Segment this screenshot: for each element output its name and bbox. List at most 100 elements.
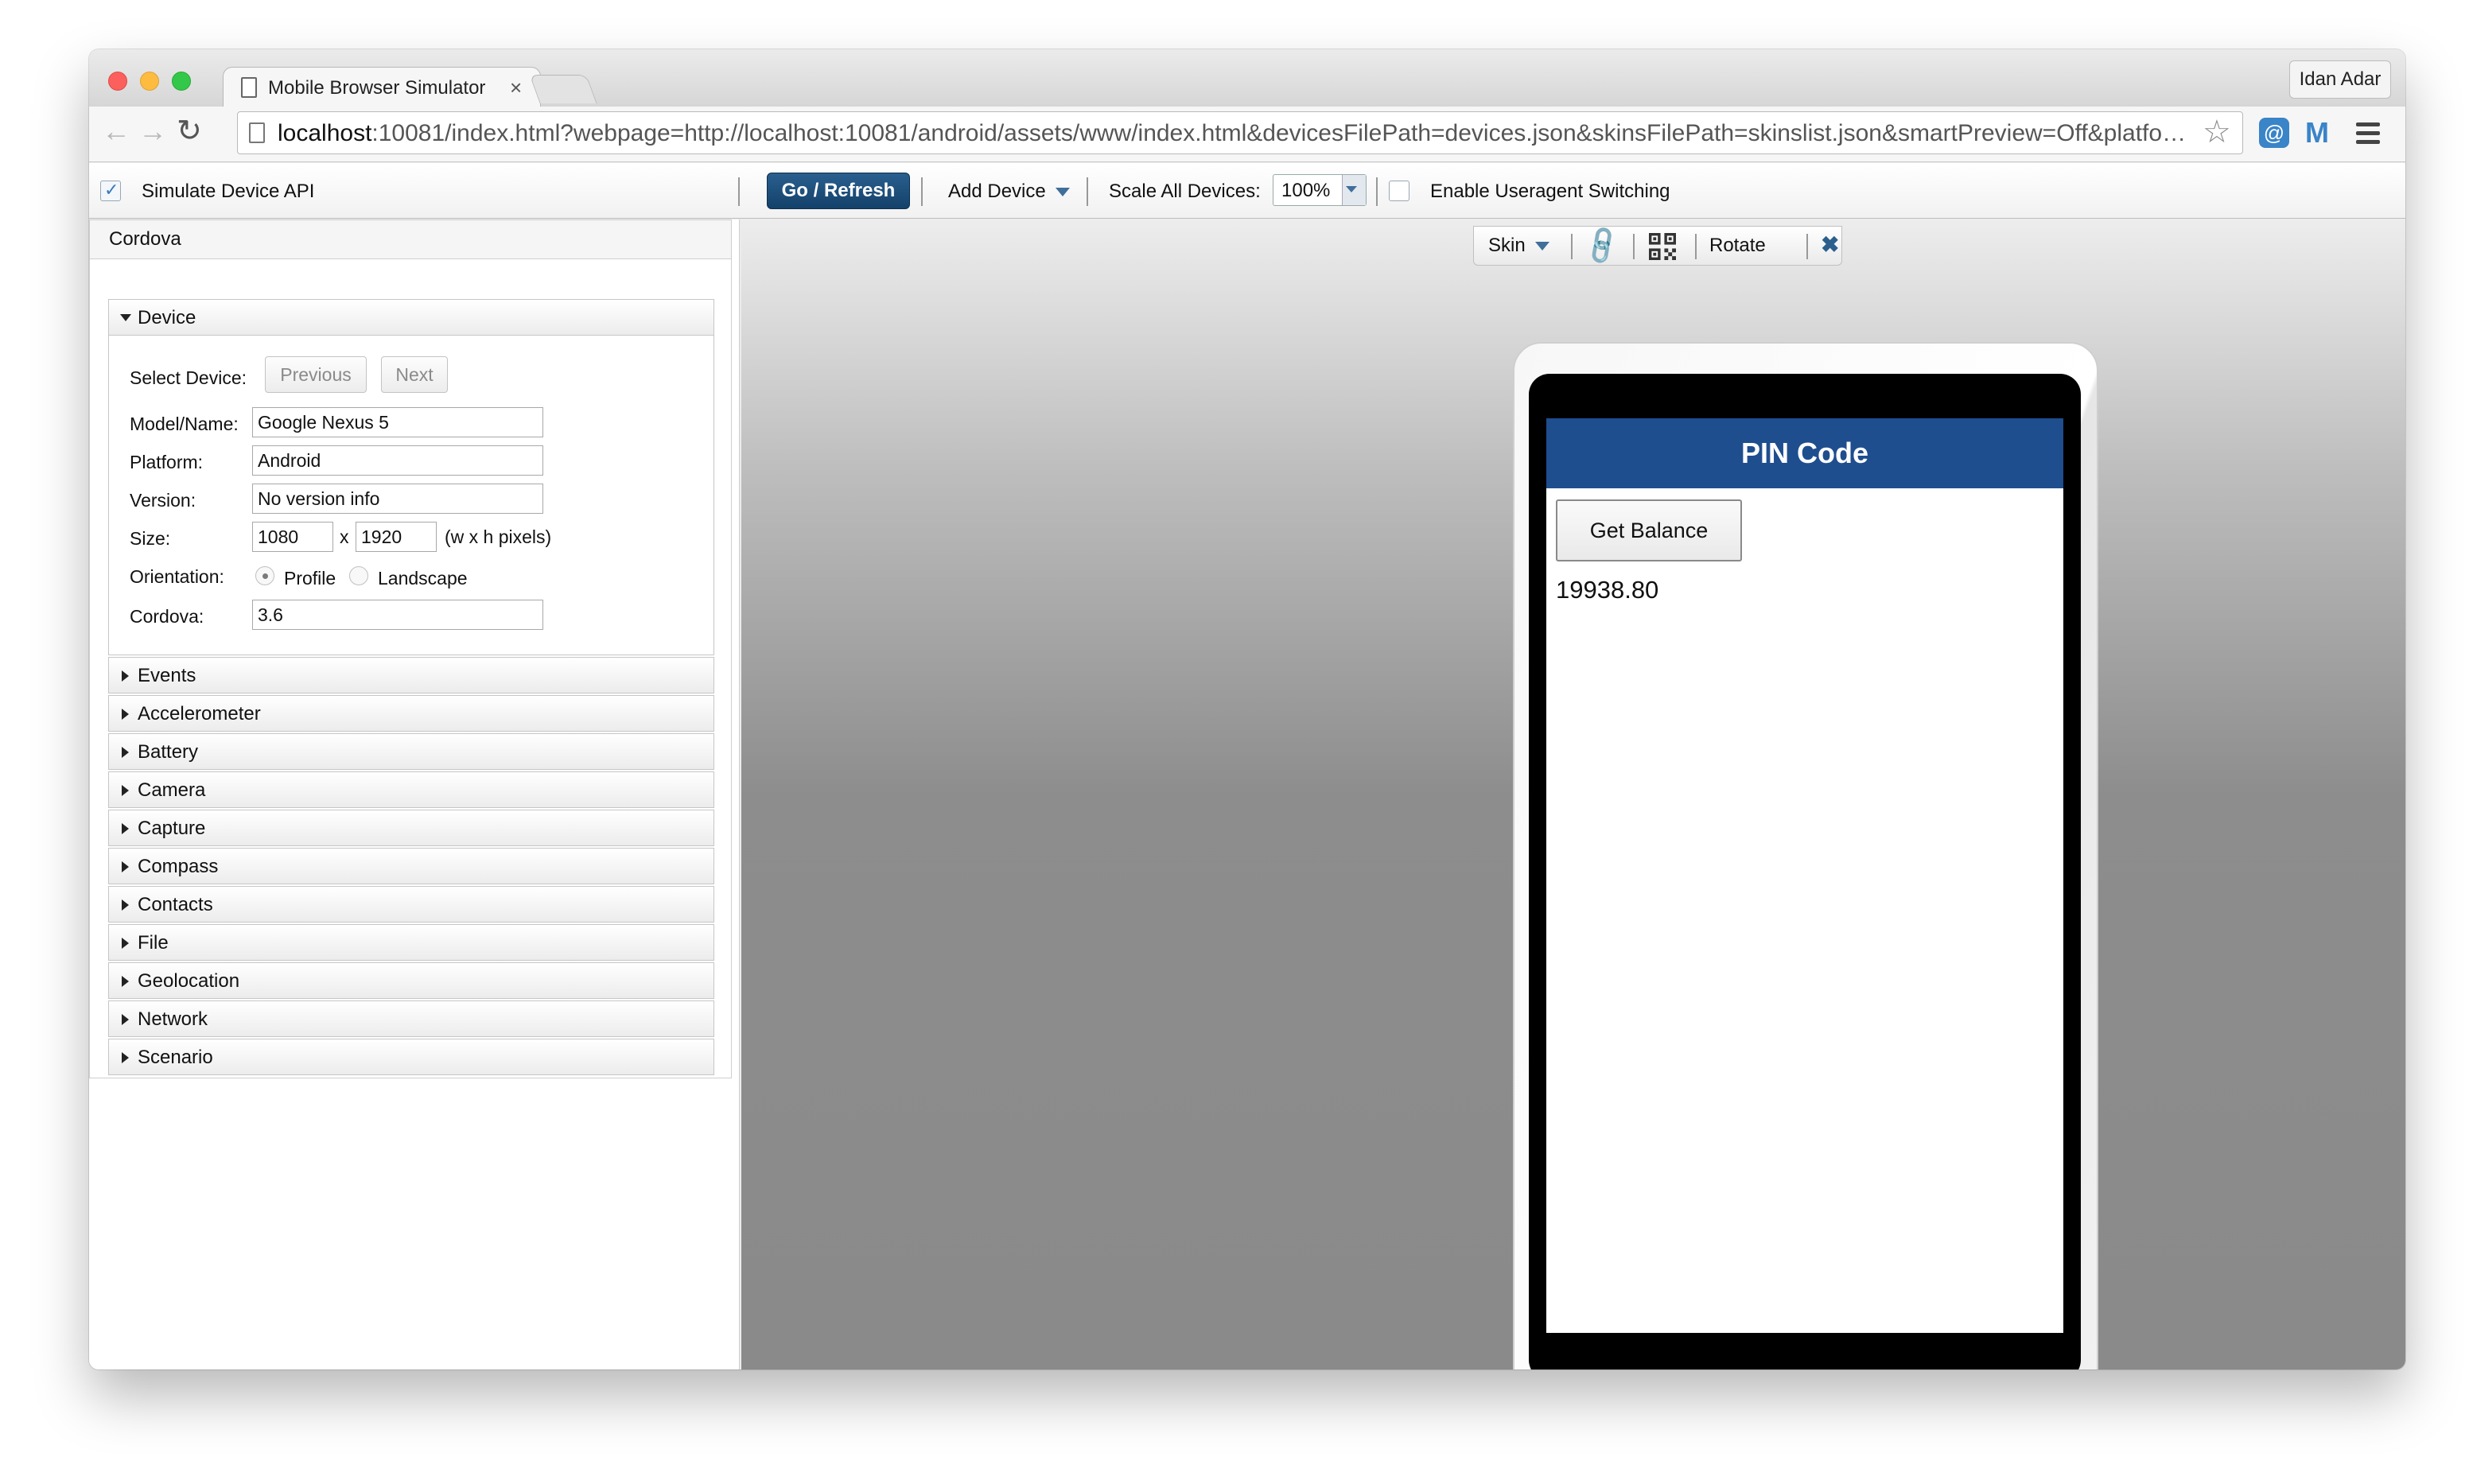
triangle-right-icon [122, 1014, 129, 1025]
window-maximize-button[interactable] [172, 72, 191, 91]
profile-button[interactable]: Idan Adar [2289, 60, 2391, 99]
menu-icon[interactable] [2356, 122, 2380, 149]
section-label: Device [138, 307, 196, 328]
scale-value: 100% [1281, 180, 1331, 201]
phone-bezel: PIN Code Get Balance 19938.80 [1529, 374, 2081, 1369]
simulate-api-checkbox[interactable]: ✓ [100, 180, 121, 201]
title-bar: Mobile Browser Simulator × Idan Adar [89, 49, 2405, 108]
section-header-accelerometer[interactable]: Accelerometer [108, 695, 714, 732]
page-icon [249, 122, 265, 143]
tab-close-icon[interactable]: × [510, 76, 522, 100]
window-close-button[interactable] [108, 72, 127, 91]
section-header-device[interactable]: Device [108, 299, 714, 336]
simulate-api-label: Simulate Device API [142, 181, 315, 202]
close-icon[interactable]: ✖ [1821, 231, 1839, 258]
cordova-header: Cordova [89, 219, 732, 259]
back-icon[interactable]: ← [102, 115, 130, 148]
address-text[interactable]: localhost:10081/index.html?webpage=http:… [278, 120, 2187, 147]
new-tab-button[interactable] [529, 75, 597, 103]
triangle-right-icon [122, 823, 129, 834]
add-device-label: Add Device [948, 181, 1046, 202]
section-label: Geolocation [138, 970, 240, 992]
extension-icon[interactable]: @ [2259, 118, 2289, 148]
bookmark-star-icon[interactable]: ☆ [2203, 114, 2231, 150]
triangle-right-icon [122, 976, 129, 987]
section-header-camera[interactable]: Camera [108, 771, 714, 808]
skin-dropdown[interactable]: Skin [1488, 235, 1549, 257]
navigation-bar: ← → ↻ localhost:10081/index.html?webpage… [89, 107, 2405, 162]
orientation-label: Orientation: [130, 566, 224, 587]
section-header-contacts[interactable]: Contacts [108, 886, 714, 923]
cordova-version-label: Cordova: [130, 606, 204, 627]
model-label: Model/Name: [130, 414, 239, 434]
section-label: File [138, 932, 169, 954]
next-device-button[interactable]: Next [381, 356, 448, 393]
reload-icon[interactable]: ↻ [177, 113, 202, 149]
simulator-toolbar: ✓ Simulate Device API Go / Refresh Add D… [89, 163, 2405, 219]
version-label: Version: [130, 490, 196, 511]
toolbar-divider [1695, 234, 1697, 259]
balance-value: 19938.80 [1556, 576, 1659, 604]
useragent-switching-label: Enable Useragent Switching [1430, 181, 1670, 202]
section-header-compass[interactable]: Compass [108, 848, 714, 884]
toolbar-divider [1571, 234, 1573, 259]
scale-label: Scale All Devices: [1109, 181, 1261, 202]
section-header-events[interactable]: Events [108, 657, 714, 693]
cordova-version-field[interactable]: 3.6 [252, 600, 543, 630]
section-label: Accelerometer [138, 703, 261, 725]
triangle-right-icon [122, 709, 129, 720]
section-label: Compass [138, 856, 219, 877]
section-label: Scenario [138, 1047, 213, 1068]
section-header-scenario[interactable]: Scenario [108, 1039, 714, 1075]
section-label: Network [138, 1008, 208, 1030]
toolbar-divider [1806, 234, 1808, 259]
toolbar-divider [1087, 177, 1088, 206]
toolbar-divider [738, 177, 740, 206]
go-refresh-button[interactable]: Go / Refresh [767, 173, 910, 209]
rotate-button[interactable]: Rotate [1709, 235, 1766, 257]
chevron-down-icon [1055, 188, 1070, 197]
skin-label: Skin [1488, 235, 1526, 256]
toolbar-divider [921, 177, 923, 206]
address-path: :10081/index.html?webpage=http://localho… [371, 120, 2187, 146]
platform-field[interactable]: Android [252, 445, 543, 476]
triangle-right-icon [122, 670, 129, 682]
tab-title: Mobile Browser Simulator [268, 77, 486, 99]
section-label: Capture [138, 818, 206, 839]
add-device-dropdown[interactable]: Add Device [948, 181, 1070, 203]
qr-code-icon[interactable] [1649, 233, 1676, 260]
platform-label: Platform: [130, 452, 204, 472]
height-field[interactable]: 1920 [356, 522, 437, 552]
model-field[interactable]: Google Nexus 5 [252, 407, 543, 437]
section-header-geolocation[interactable]: Geolocation [108, 962, 714, 999]
triangle-right-icon [122, 785, 129, 796]
size-unit: (w x h pixels) [445, 526, 552, 547]
section-header-capture[interactable]: Capture [108, 810, 714, 846]
link-icon[interactable]: 🔗 [1579, 223, 1625, 268]
version-field[interactable]: No version info [252, 484, 543, 514]
get-balance-button[interactable]: Get Balance [1556, 499, 1742, 561]
phone-screen: PIN Code Get Balance 19938.80 [1546, 418, 2063, 1333]
section-header-network[interactable]: Network [108, 1000, 714, 1037]
size-label: Size: [130, 528, 171, 549]
section-header-battery[interactable]: Battery [108, 733, 714, 770]
rotate-label: Rotate [1709, 235, 1766, 256]
useragent-switching-checkbox[interactable] [1389, 181, 1409, 201]
section-label: Contacts [138, 894, 213, 915]
width-field[interactable]: 1080 [252, 522, 333, 552]
radio-selected-dot [262, 573, 268, 579]
profile-radio[interactable] [255, 566, 274, 585]
section-label: Events [138, 665, 196, 686]
landscape-radio[interactable] [349, 566, 368, 585]
check-icon: ✓ [104, 180, 119, 200]
previous-device-button[interactable]: Previous [265, 356, 367, 393]
window-minimize-button[interactable] [140, 72, 159, 91]
browser-tab[interactable]: Mobile Browser Simulator × [223, 67, 541, 108]
forward-icon[interactable]: → [138, 115, 167, 148]
gmail-extension-icon[interactable]: M [2305, 116, 2329, 150]
address-bar[interactable]: localhost:10081/index.html?webpage=http:… [237, 111, 2243, 154]
scale-dropdown-arrow[interactable] [1342, 175, 1366, 205]
scale-select[interactable]: 100% [1273, 174, 1367, 206]
section-header-file[interactable]: File [108, 924, 714, 961]
page-icon [241, 77, 257, 98]
